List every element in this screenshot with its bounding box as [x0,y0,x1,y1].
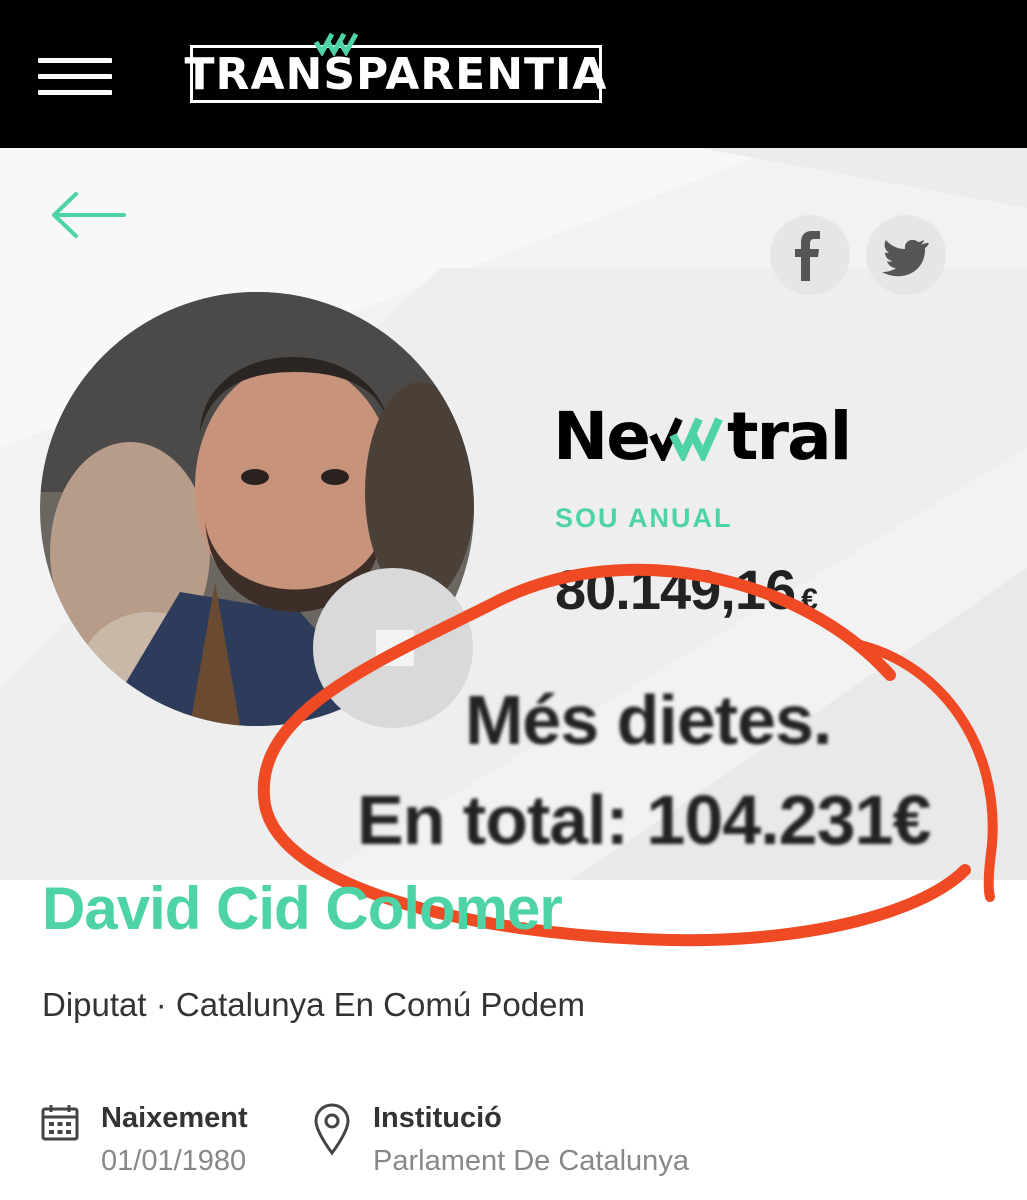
logo-check-icon [313,32,358,56]
twitter-icon [882,239,929,277]
logo-text: TRANSPARENTIA [184,48,608,100]
twitter-share-button[interactable] [866,215,946,295]
birth-value: 01/01/1980 [101,1145,247,1177]
back-arrow-icon[interactable] [50,190,126,240]
transparentia-logo[interactable]: TRANSPARENTIA [185,45,606,103]
newtral-check-icon [649,409,727,461]
facebook-icon [795,231,820,281]
salary-label: SOU ANUAL [555,503,733,533]
calendar-icon [41,1105,79,1141]
institution-title: Institució [373,1102,502,1134]
newtral-logo-suffix: tral [727,398,852,475]
politician-name: David Cid Colomer [42,875,563,942]
location-pin-icon [314,1103,350,1156]
hamburger-icon[interactable] [38,58,112,96]
birth-title: Naixement [101,1102,248,1134]
politician-role: Diputat · Catalunya En Comú Podem [42,986,585,1023]
newtral-logo-prefix: Ne [553,398,651,475]
facebook-share-button[interactable] [770,215,850,295]
newtral-logo: Ne tral [553,398,852,475]
top-bar: TRANSPARENTIA [0,0,1027,148]
institution-value: Parlament De Catalunya [373,1145,689,1177]
